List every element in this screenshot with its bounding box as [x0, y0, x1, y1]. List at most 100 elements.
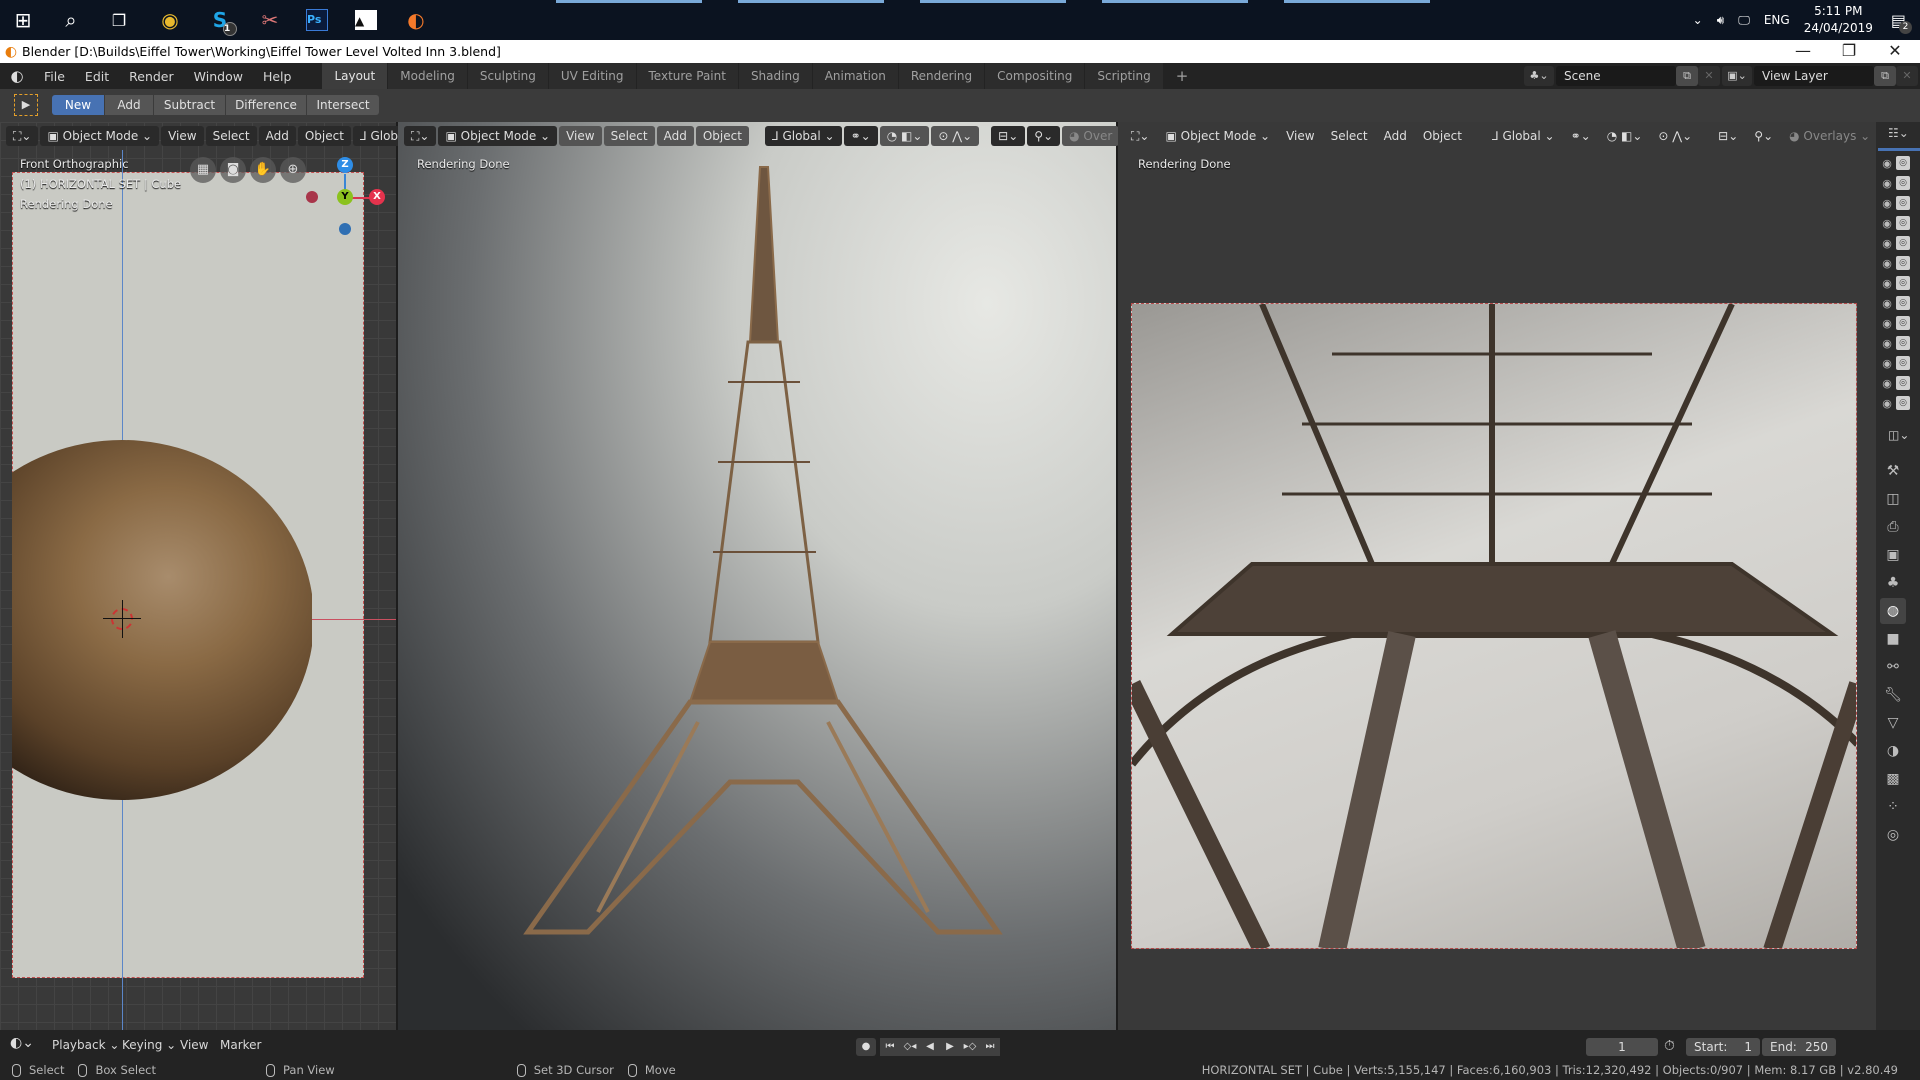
marker-menu[interactable]: Marker: [220, 1038, 261, 1052]
disable-in-render-icon[interactable]: ◎: [1896, 156, 1910, 170]
delete-scene-icon[interactable]: ✕: [1698, 66, 1720, 86]
mode-subtract-button[interactable]: Subtract: [154, 95, 225, 115]
editor-type-icon[interactable]: ⛶⌄: [1124, 126, 1156, 146]
properties-tab-view-layer-icon[interactable]: ▣: [1880, 542, 1906, 568]
overlays-toggle[interactable]: ◕ Over: [1062, 126, 1120, 146]
restore-button[interactable]: ❐: [1826, 40, 1872, 63]
network-icon[interactable]: 🖵︎: [1738, 13, 1750, 28]
hide-in-viewport-icon[interactable]: ◉: [1880, 217, 1894, 230]
overlays-toggle[interactable]: ◕ Overlays ⌄: [1782, 126, 1877, 146]
tab-scripting[interactable]: Scripting: [1085, 63, 1163, 89]
editor-type-icon[interactable]: ⛶⌄: [404, 126, 437, 146]
record-button[interactable]: ●: [856, 1038, 876, 1056]
properties-tab-world-icon[interactable]: ◍: [1880, 598, 1906, 624]
hide-in-viewport-icon[interactable]: ◉: [1880, 237, 1894, 250]
mode-new-button[interactable]: New: [52, 95, 104, 115]
photos-icon[interactable]: ▲: [349, 4, 383, 36]
menu-render[interactable]: Render: [119, 69, 184, 84]
gizmo-y-axis[interactable]: Y: [337, 189, 353, 205]
playback-menu[interactable]: Playback ⌄: [52, 1038, 119, 1052]
end-frame-field[interactable]: End: 250: [1762, 1038, 1836, 1056]
properties-tab-particles-icon[interactable]: ⁘: [1880, 794, 1906, 820]
gizmo-neg-x-axis[interactable]: [306, 191, 318, 203]
disable-in-render-icon[interactable]: ◎: [1896, 256, 1910, 270]
editor-type-icon[interactable]: ⛶⌄: [6, 126, 39, 146]
menu-edit[interactable]: Edit: [75, 69, 119, 84]
disable-in-render-icon[interactable]: ◎: [1896, 376, 1910, 390]
start-frame-field[interactable]: Start: 1: [1686, 1038, 1760, 1056]
volume-icon[interactable]: 🔊︎: [1717, 13, 1725, 28]
zoom-icon[interactable]: ⊕: [280, 157, 306, 183]
current-frame-field[interactable]: 1: [1586, 1038, 1658, 1056]
hide-in-viewport-icon[interactable]: ◉: [1880, 357, 1894, 370]
visibility-dropdown[interactable]: ⊟⌄: [991, 126, 1026, 146]
snipping-tool-icon[interactable]: ✂: [253, 4, 287, 36]
pan-hand-icon[interactable]: ✋: [250, 157, 276, 183]
select-menu[interactable]: Select: [1324, 126, 1375, 146]
visibility-dropdown[interactable]: ⊟⌄: [1711, 126, 1745, 146]
object-menu[interactable]: Object: [297, 126, 351, 146]
select-box-tool-icon[interactable]: ▶: [14, 94, 38, 116]
scene-selector-icon[interactable]: ♣⌄: [1524, 66, 1554, 86]
gizmo-dropdown[interactable]: ⚲⌄: [1747, 126, 1780, 146]
hide-in-viewport-icon[interactable]: ◉: [1880, 277, 1894, 290]
disable-in-render-icon[interactable]: ◎: [1896, 216, 1910, 230]
menu-window[interactable]: Window: [184, 69, 253, 84]
action-center-icon[interactable]: ▤ 2: [1891, 11, 1912, 34]
view-layer-selector-icon[interactable]: ▣⌄: [1722, 66, 1752, 86]
stopwatch-icon[interactable]: ⏱: [1664, 1038, 1675, 1054]
tab-layout[interactable]: Layout: [322, 63, 388, 89]
hide-in-viewport-icon[interactable]: ◉: [1880, 257, 1894, 270]
snap-toggle-icon[interactable]: ◔ ◧⌄: [1600, 126, 1650, 146]
properties-tab-object-icon[interactable]: ■: [1880, 626, 1906, 652]
outliner-display-mode-icon[interactable]: ☷⌄: [1888, 126, 1916, 146]
language-indicator[interactable]: ENG: [1764, 13, 1790, 27]
timeline-view-menu[interactable]: View: [180, 1038, 208, 1052]
disable-in-render-icon[interactable]: ◎: [1896, 236, 1910, 250]
pivot-point-dropdown[interactable]: ⚭⌄: [843, 126, 878, 146]
skype-icon[interactable]: S 1: [203, 4, 237, 36]
windows-start-icon[interactable]: ⊞: [6, 4, 40, 36]
mode-intersect-button[interactable]: Intersect: [307, 95, 379, 115]
viewport-center-rendered[interactable]: [398, 122, 1116, 1030]
tab-modeling[interactable]: Modeling: [388, 63, 467, 89]
blender-menu-icon[interactable]: ◐: [0, 67, 34, 85]
tab-texture-paint[interactable]: Texture Paint: [636, 63, 738, 89]
hide-in-viewport-icon[interactable]: ◉: [1880, 377, 1894, 390]
hide-in-viewport-icon[interactable]: ◉: [1880, 297, 1894, 310]
gizmo-neg-z-axis[interactable]: [339, 223, 351, 235]
select-menu[interactable]: Select: [603, 126, 655, 146]
tab-shading[interactable]: Shading: [738, 63, 812, 89]
view-layer-name-field[interactable]: View Layer: [1754, 66, 1874, 86]
close-button[interactable]: ✕: [1872, 40, 1918, 63]
add-workspace-button[interactable]: +: [1164, 63, 1201, 89]
hide-in-viewport-icon[interactable]: ◉: [1880, 337, 1894, 350]
mode-add-button[interactable]: Add: [105, 95, 153, 115]
properties-tab-output-icon[interactable]: ⎙: [1880, 514, 1906, 540]
view-menu[interactable]: View: [1279, 126, 1321, 146]
add-menu[interactable]: Add: [656, 126, 694, 146]
keying-menu[interactable]: Keying ⌄: [122, 1038, 176, 1052]
hide-in-viewport-icon[interactable]: ◉: [1880, 177, 1894, 190]
disable-in-render-icon[interactable]: ◎: [1896, 316, 1910, 330]
properties-tab-texture-icon[interactable]: ▩: [1880, 766, 1906, 792]
properties-tab-modifiers-icon[interactable]: 🔧︎: [1880, 682, 1906, 708]
chrome-icon[interactable]: ◉: [153, 4, 187, 36]
play-button[interactable]: ▶: [940, 1038, 960, 1056]
object-mode-dropdown[interactable]: ▣ Object Mode ⌄: [40, 126, 160, 146]
tab-sculpting[interactable]: Sculpting: [467, 63, 548, 89]
view-menu[interactable]: View: [161, 126, 204, 146]
disable-in-render-icon[interactable]: ◎: [1896, 296, 1910, 310]
properties-tab-material-icon[interactable]: ◑: [1880, 738, 1906, 764]
properties-tab-scene-icon[interactable]: ♣: [1880, 570, 1906, 596]
jump-start-button[interactable]: ⏮: [880, 1038, 900, 1056]
tab-uv-editing[interactable]: UV Editing: [548, 63, 636, 89]
properties-tab-mesh-data-icon[interactable]: ▽: [1880, 710, 1906, 736]
tab-rendering[interactable]: Rendering: [898, 63, 985, 89]
timeline-editor-type-icon[interactable]: ◐⌄: [10, 1035, 34, 1051]
hide-in-viewport-icon[interactable]: ◉: [1880, 397, 1894, 410]
object-menu[interactable]: Object: [1416, 126, 1469, 146]
pivot-point-dropdown[interactable]: ⚭⌄: [1564, 126, 1598, 146]
tab-compositing[interactable]: Compositing: [985, 63, 1085, 89]
task-view-icon[interactable]: ❐: [102, 4, 136, 36]
